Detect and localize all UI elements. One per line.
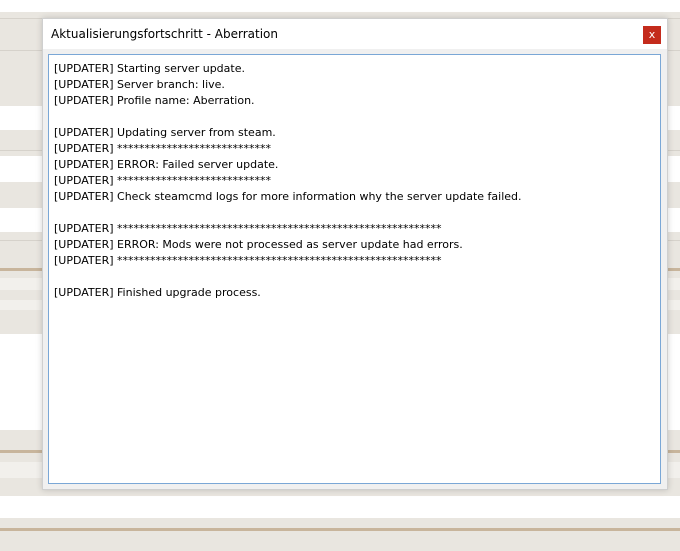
log-line: [UPDATER] Starting server update. [54, 62, 245, 75]
log-line: [UPDATER] ******************************… [54, 254, 442, 267]
dialog-titlebar[interactable]: Aktualisierungsfortschritt - Aberration … [43, 19, 667, 49]
log-line: [UPDATER] ERROR: Failed server update. [54, 158, 279, 171]
log-output[interactable]: [UPDATER] Starting server update. [UPDAT… [48, 54, 661, 484]
background-band [0, 496, 680, 518]
log-line: [UPDATER] Updating server from steam. [54, 126, 276, 139]
dialog-title: Aktualisierungsfortschritt - Aberration [51, 27, 278, 41]
log-line: [UPDATER] Finished upgrade process. [54, 286, 261, 299]
log-line: [UPDATER] ERROR: Mods were not processed… [54, 238, 463, 251]
log-line: [UPDATER] ******************************… [54, 222, 442, 235]
log-line: [UPDATER] Check steamcmd logs for more i… [54, 190, 522, 203]
log-line: [UPDATER] **************************** [54, 142, 272, 155]
close-button[interactable]: x [643, 26, 661, 44]
log-line: [UPDATER] **************************** [54, 174, 272, 187]
log-line: [UPDATER] Profile name: Aberration. [54, 94, 255, 107]
background-separator [0, 528, 680, 531]
close-icon: x [648, 28, 656, 41]
update-progress-dialog: Aktualisierungsfortschritt - Aberration … [42, 18, 668, 490]
background-band [0, 0, 680, 12]
log-line: [UPDATER] Server branch: live. [54, 78, 225, 91]
